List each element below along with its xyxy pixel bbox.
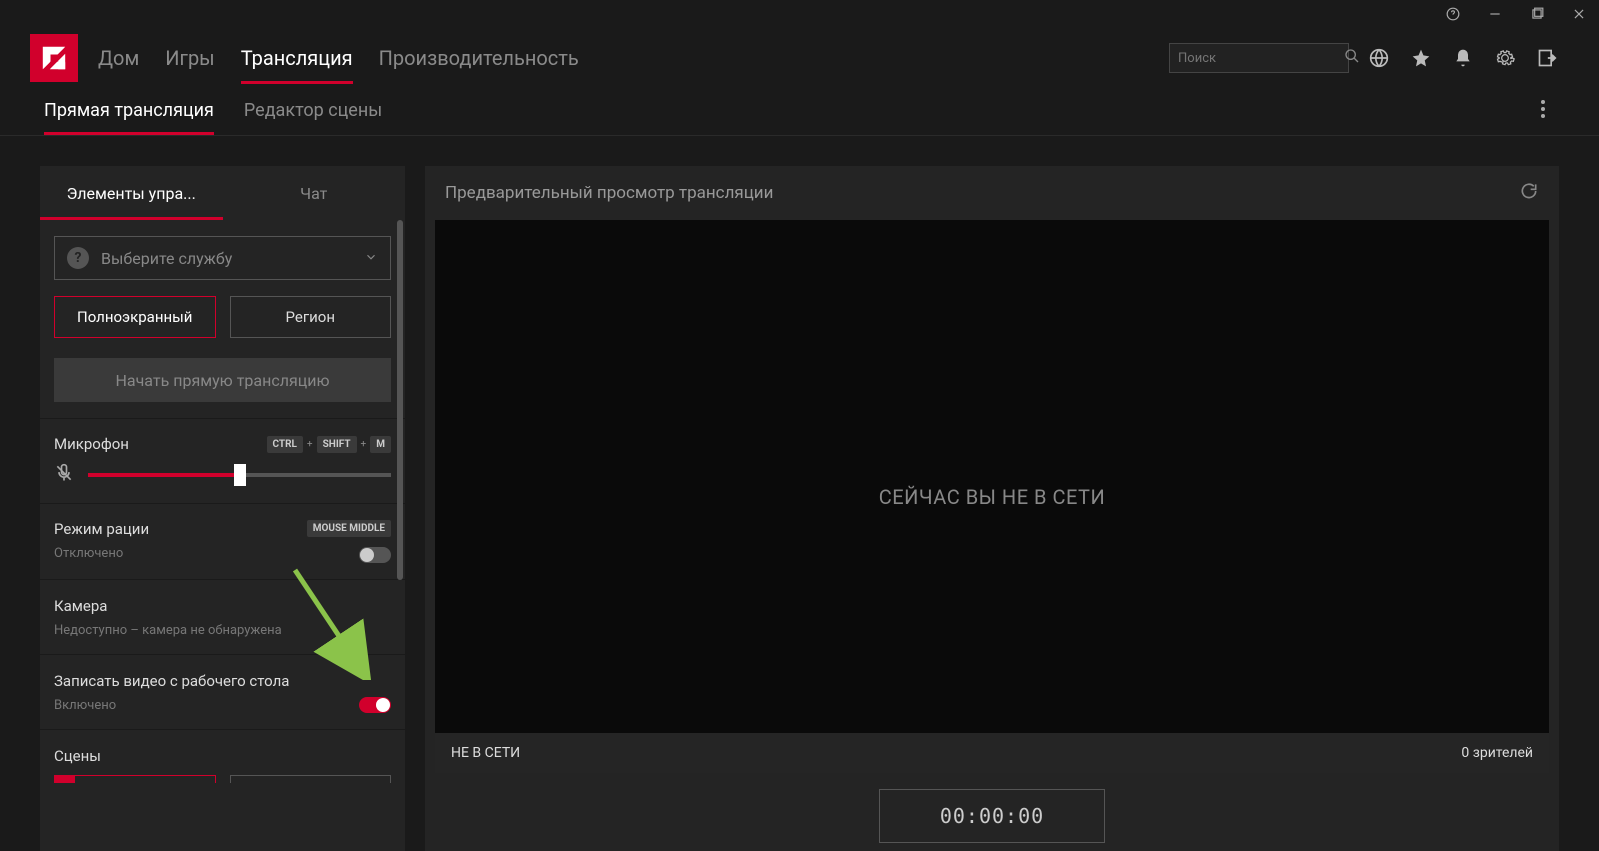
scene-add-button[interactable]: + xyxy=(230,775,392,783)
subtab-live[interactable]: Прямая трансляция xyxy=(44,94,214,127)
camera-status: Недоступно – камера не обнаружена xyxy=(54,623,391,638)
record-toggle[interactable] xyxy=(359,697,391,713)
ptt-toggle[interactable] xyxy=(359,547,391,563)
preview-title: Предварительный просмотр трансляции xyxy=(445,183,773,203)
sidebar-tab-controls[interactable]: Элементы упра... xyxy=(40,166,223,220)
scenes-panel: Сцены 1 + xyxy=(40,729,405,787)
nav-tab-streaming[interactable]: Трансляция xyxy=(241,38,353,78)
globe-icon[interactable] xyxy=(1367,46,1391,70)
slider-thumb[interactable] xyxy=(234,464,246,486)
mode-buttons: Полноэкранный Регион xyxy=(54,296,391,338)
minimize-icon[interactable] xyxy=(1485,6,1505,25)
mic-muted-icon[interactable] xyxy=(54,463,76,487)
more-icon[interactable] xyxy=(1541,100,1555,122)
viewer-count: 0 зрителей xyxy=(1461,745,1533,761)
nav-tab-performance[interactable]: Производительность xyxy=(379,38,579,78)
star-icon[interactable] xyxy=(1409,46,1433,70)
ptt-label: Режим рации xyxy=(54,520,149,538)
record-label: Записать видео с рабочего стола xyxy=(54,672,289,690)
plus-icon: + xyxy=(375,781,384,784)
camera-label: Камера xyxy=(54,597,107,615)
preview-area: Предварительный просмотр трансляции СЕЙЧ… xyxy=(425,166,1559,851)
search-icon[interactable] xyxy=(1344,48,1360,68)
maximize-icon[interactable] xyxy=(1527,6,1547,25)
mic-slider[interactable] xyxy=(88,473,391,477)
hotkey: CTRL xyxy=(267,436,303,453)
top-nav: Дом Игры Трансляция Производительность xyxy=(0,30,1599,86)
camera-panel: Камера Недоступно – камера не обнаружена xyxy=(40,579,405,654)
ptt-panel: Режим рации Отключено MOUSE MIDDLE xyxy=(40,503,405,579)
scenes-label: Сцены xyxy=(54,747,101,765)
subtab-scene-editor[interactable]: Редактор сцены xyxy=(244,94,382,127)
ptt-hotkey: MOUSE MIDDLE xyxy=(307,520,391,537)
region-button[interactable]: Регион xyxy=(230,296,392,338)
content: Элементы упра... Чат ? Выберите службу П… xyxy=(0,136,1599,851)
close-icon[interactable] xyxy=(1569,6,1589,25)
help-circle-icon: ? xyxy=(67,247,89,269)
service-dropdown[interactable]: ? Выберите службу xyxy=(54,236,391,280)
start-stream-button[interactable]: Начать прямую трансляцию xyxy=(54,358,391,402)
scene-1-button[interactable]: 1 xyxy=(54,775,216,783)
bell-icon[interactable] xyxy=(1451,46,1475,70)
fullscreen-button[interactable]: Полноэкранный xyxy=(54,296,216,338)
topnav-right xyxy=(1169,43,1599,73)
search-box[interactable] xyxy=(1169,43,1349,73)
service-placeholder: Выберите службу xyxy=(101,249,232,268)
chevron-down-icon xyxy=(364,249,378,268)
search-input[interactable] xyxy=(1178,51,1344,66)
gear-icon[interactable] xyxy=(1493,46,1517,70)
titlebar xyxy=(0,0,1599,30)
scene-number: 1 xyxy=(55,776,75,783)
logout-icon[interactable] xyxy=(1535,46,1559,70)
mic-hotkeys: CTRL + SHIFT + M xyxy=(267,436,392,453)
mic-label: Микрофон xyxy=(54,435,129,453)
offline-message: СЕЙЧАС ВЫ НЕ В СЕТИ xyxy=(879,485,1105,509)
scrollbar[interactable] xyxy=(397,220,403,580)
ptt-status: Отключено xyxy=(54,546,149,561)
sidebar-tabs: Элементы упра... Чат xyxy=(40,166,405,220)
video-preview: СЕЙЧАС ВЫ НЕ В СЕТИ НЕ В СЕТИ 0 зрителей xyxy=(435,220,1549,773)
record-panel: Записать видео с рабочего стола Включено xyxy=(40,654,405,729)
nav-tabs: Дом Игры Трансляция Производительность xyxy=(98,38,579,78)
hotkey: SHIFT xyxy=(317,436,357,453)
preview-statusbar: НЕ В СЕТИ 0 зрителей xyxy=(435,733,1549,773)
record-status: Включено xyxy=(54,698,289,713)
help-icon[interactable] xyxy=(1443,6,1463,25)
stream-status: НЕ В СЕТИ xyxy=(451,745,520,761)
sub-nav: Прямая трансляция Редактор сцены xyxy=(0,86,1599,136)
mic-panel: Микрофон CTRL + SHIFT + M xyxy=(40,418,405,503)
hotkey: M xyxy=(370,436,391,453)
nav-tab-games[interactable]: Игры xyxy=(165,38,214,78)
amd-logo[interactable] xyxy=(30,34,78,82)
stream-timer: 00:00:00 xyxy=(879,789,1105,843)
service-panel: ? Выберите службу Полноэкранный Регион Н… xyxy=(40,220,405,418)
preview-header: Предварительный просмотр трансляции xyxy=(425,166,1559,220)
sidebar: Элементы упра... Чат ? Выберите службу П… xyxy=(40,166,405,851)
timer-row: 00:00:00 xyxy=(425,781,1559,851)
sidebar-tab-chat[interactable]: Чат xyxy=(223,166,406,220)
refresh-icon[interactable] xyxy=(1519,181,1539,206)
nav-tab-home[interactable]: Дом xyxy=(98,38,139,78)
